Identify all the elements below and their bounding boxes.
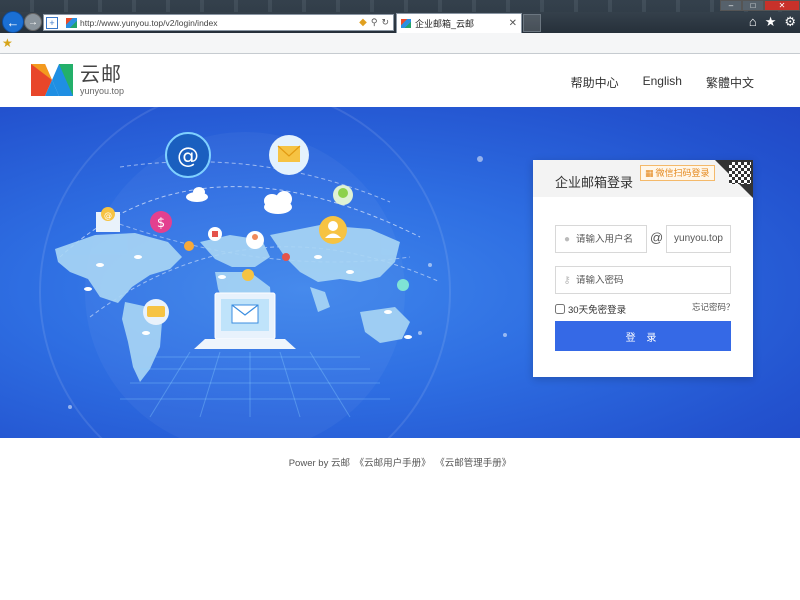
qr-code-small-icon: ▦ — [645, 168, 654, 178]
logo-domain: yunyou.top — [80, 86, 125, 96]
new-tab-button[interactable] — [523, 14, 541, 32]
dollar-icon: $ — [150, 211, 172, 233]
login-panel: 企业邮箱登录 ▦ 微信扫码登录 ● @ yunyou.top ⚷ 30天免密登录… — [533, 160, 753, 377]
forward-icon: → — [28, 16, 38, 28]
address-bar[interactable]: + http://www.yunyou.top/v2/login/index ◆… — [43, 14, 394, 31]
refresh-icon[interactable]: ↻ — [381, 17, 389, 28]
chat-bubble-icon — [143, 299, 169, 325]
envelope-bubble-icon — [269, 135, 309, 175]
search-icon[interactable]: ⚲ — [371, 17, 378, 28]
user-icon: ● — [563, 233, 571, 245]
wechat-login-label: 微信扫码登录 — [655, 168, 710, 178]
at-globe-icon: @ — [165, 132, 211, 178]
favorites-bar: ★ — [0, 33, 800, 54]
password-input[interactable] — [576, 274, 726, 286]
browser-tools: ⌂ ★ ⚙ — [749, 14, 796, 30]
username-field[interactable]: ● — [555, 225, 647, 253]
browser-chrome: ← → + http://www.yunyou.top/v2/login/ind… — [0, 0, 800, 54]
tab-favicon-icon — [401, 19, 411, 28]
logo-name: 云邮 — [80, 64, 122, 86]
at-sign: @ — [650, 230, 664, 245]
svg-text:@: @ — [177, 144, 199, 169]
url-text[interactable]: http://www.yunyou.top/v2/login/index — [80, 18, 359, 28]
qr-code-icon[interactable] — [729, 162, 751, 184]
gear-icon[interactable]: ⚙ — [784, 14, 796, 30]
remember-label[interactable]: 30天免密登录 — [568, 302, 626, 316]
footer-user-manual-link[interactable]: 《云邮用户手册》 — [355, 458, 431, 469]
password-field[interactable]: ⚷ — [555, 266, 731, 294]
username-input[interactable] — [576, 233, 642, 245]
desktop-background-strip — [0, 0, 800, 12]
minimize-button[interactable]: – — [720, 0, 742, 11]
lightbulb-icon — [333, 185, 353, 205]
nav-english[interactable]: English — [643, 74, 682, 91]
logo-mark-icon — [31, 64, 73, 96]
tab-title: 企业邮箱_云邮 — [415, 19, 475, 29]
tab-close-icon[interactable]: ✕ — [509, 18, 517, 29]
login-title: 企业邮箱登录 — [555, 175, 634, 190]
site-favicon-icon — [66, 17, 77, 28]
wechat-qr-login-button[interactable]: ▦ 微信扫码登录 — [640, 165, 715, 181]
svg-text:$: $ — [157, 216, 165, 231]
remember-me: 30天免密登录 — [555, 302, 626, 316]
home-icon[interactable]: ⌂ — [749, 14, 757, 30]
svg-text:@: @ — [104, 211, 112, 220]
nav-help-center[interactable]: 帮助中心 — [571, 74, 619, 91]
logo-text: 云邮 yunyou.top — [80, 64, 124, 96]
compat-view-icon[interactable]: ◆ — [359, 17, 367, 28]
add-favorite-icon[interactable]: ★ — [2, 36, 13, 50]
window-controls: – □ ✕ — [720, 0, 800, 11]
footer: Power by 云邮 《云邮用户手册》 《云邮管理手册》 — [0, 455, 800, 469]
back-button[interactable]: ← — [2, 11, 24, 33]
nav-traditional-chinese[interactable]: 繁體中文 — [706, 74, 754, 91]
key-icon: ⚷ — [563, 274, 571, 286]
footer-power-by: Power by 云邮 — [288, 458, 350, 469]
footer-admin-manual-link[interactable]: 《云邮管理手册》 — [435, 458, 511, 469]
domain-field[interactable]: yunyou.top — [666, 225, 731, 253]
forgot-password-link[interactable]: 忘记密码？ — [692, 301, 735, 313]
close-window-button[interactable]: ✕ — [764, 0, 800, 11]
top-nav: 帮助中心 English 繁體中文 — [571, 74, 754, 91]
site-shield-icon[interactable]: + — [46, 16, 58, 29]
login-panel-header: 企业邮箱登录 ▦ 微信扫码登录 — [533, 160, 753, 198]
favorites-star-icon[interactable]: ★ — [765, 14, 777, 30]
remember-checkbox[interactable] — [555, 304, 565, 314]
site-header: 云邮 yunyou.top 帮助中心 English 繁體中文 — [0, 54, 800, 107]
site-logo[interactable]: 云邮 yunyou.top — [31, 64, 124, 96]
forward-button[interactable]: → — [24, 13, 42, 31]
browser-tab-active[interactable]: 企业邮箱_云邮 ✕ — [396, 13, 522, 33]
maximize-button[interactable]: □ — [742, 0, 764, 11]
back-icon: ← — [6, 14, 20, 30]
login-button[interactable]: 登 录 — [555, 321, 731, 351]
